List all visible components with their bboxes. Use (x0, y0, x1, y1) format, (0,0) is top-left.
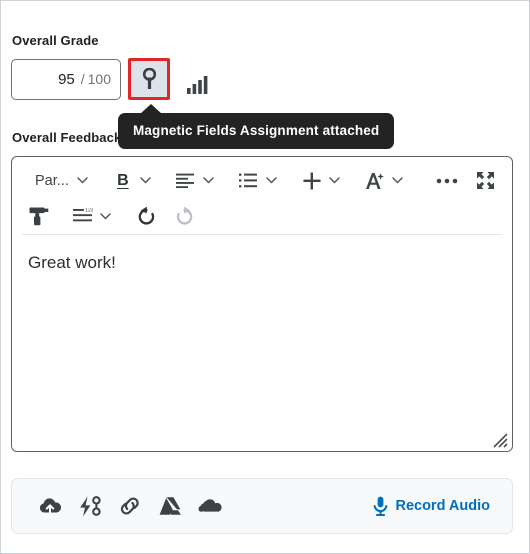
insert-button[interactable] (299, 167, 325, 195)
feedback-text-area[interactable]: Great work! (12, 235, 512, 425)
font-style-chevron-down-icon[interactable] (388, 167, 407, 195)
expand-fullscreen-icon (476, 172, 494, 189)
align-left-button[interactable] (173, 167, 199, 195)
line-numbering-button[interactable]: 123 (70, 202, 96, 230)
list-chevron-down-icon[interactable] (262, 167, 281, 195)
upload-cloud-button[interactable] (30, 488, 70, 524)
align-left-icon (176, 173, 195, 188)
numbered-lines-icon: 123 (73, 208, 93, 222)
ellipsis-icon (436, 178, 458, 183)
paragraph-format-dropdown[interactable]: Par... (26, 166, 73, 196)
plus-icon (303, 172, 321, 189)
insert-link-button[interactable] (110, 488, 150, 524)
onedrive-button[interactable] (190, 488, 230, 524)
bar-chart-statistics-icon (187, 76, 208, 94)
record-audio-label: Record Audio (395, 498, 490, 514)
bulleted-list-button[interactable] (236, 167, 262, 195)
more-options-button[interactable] (434, 167, 460, 195)
google-drive-button[interactable] (150, 488, 190, 524)
insert-chevron-down-icon[interactable] (325, 167, 344, 195)
resize-grip-icon (493, 433, 508, 448)
overall-grade-row: 95 / 100 (11, 58, 210, 100)
record-audio-button[interactable]: Record Audio (373, 496, 494, 516)
format-painter-button[interactable] (26, 202, 52, 230)
feedback-panel: Overall Grade 95 / 100 Overall Feedback … (0, 0, 530, 554)
quicklink-button[interactable] (70, 488, 110, 524)
font-style-sparkle-icon (365, 172, 384, 189)
microphone-icon (374, 496, 388, 516)
grade-max-value: 100 (87, 71, 111, 87)
redo-icon (176, 206, 192, 225)
fullscreen-button[interactable] (472, 167, 498, 195)
overall-grade-label: Overall Grade (12, 33, 99, 48)
google-drive-icon (159, 497, 181, 515)
onedrive-cloud-icon (198, 499, 222, 512)
link-icon (120, 497, 139, 515)
grade-input[interactable]: 95 / 100 (11, 58, 121, 100)
attachment-tooltip: Magnetic Fields Assignment attached (118, 104, 395, 149)
bold-button[interactable]: B (110, 167, 136, 195)
toolbar-row-secondary: 123 (26, 198, 498, 234)
overall-feedback-label: Overall Feedback (12, 130, 122, 145)
bold-chevron-down-icon[interactable] (136, 167, 155, 195)
svg-text:123: 123 (85, 208, 93, 213)
editor-resize-handle[interactable] (490, 430, 508, 448)
format-painter-icon (29, 207, 49, 226)
redo-button[interactable] (171, 202, 197, 230)
grade-separator: / (80, 71, 85, 87)
undo-icon (138, 206, 154, 225)
attachment-toolbar: Record Audio (11, 478, 513, 534)
bold-label: B (117, 171, 129, 189)
toolbar-row-primary: Par... B (26, 163, 498, 198)
feedback-editor: Par... B 123 Great work! (11, 156, 513, 452)
upload-cloud-icon (39, 498, 61, 516)
quicklink-lightning-icon (80, 495, 101, 516)
grade-score-value: 95 (58, 70, 75, 88)
line-numbering-chevron-down-icon[interactable] (96, 202, 115, 230)
paragraph-format-chevron-down-icon[interactable] (73, 167, 92, 195)
grade-statistics-button[interactable] (186, 64, 210, 94)
key-icon (142, 68, 156, 89)
align-chevron-down-icon[interactable] (199, 167, 218, 195)
undo-button[interactable] (133, 202, 159, 230)
editor-toolbar: Par... B 123 (22, 157, 502, 235)
font-style-button[interactable] (362, 167, 388, 195)
bulleted-list-icon (239, 173, 258, 188)
paragraph-format-label: Par... (35, 172, 69, 189)
attachment-key-button[interactable] (128, 58, 170, 100)
